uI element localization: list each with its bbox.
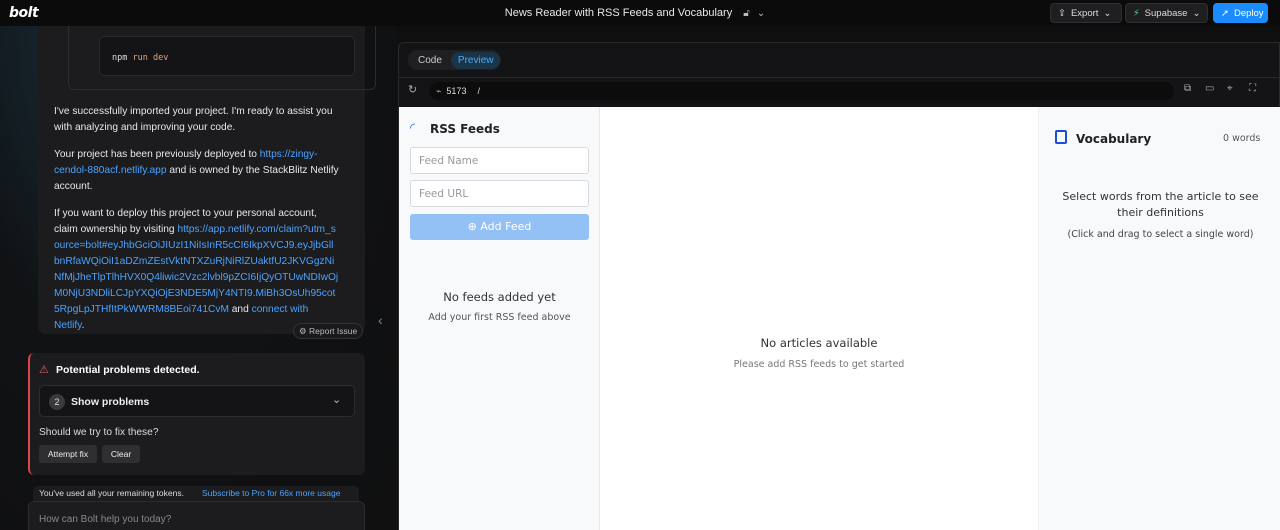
deploy-button[interactable]: ➚ Deploy — [1213, 3, 1268, 23]
vocabulary-help: Select words from the article to see the… — [1062, 190, 1259, 219]
articles-pane: No articles available Please add RSS fee… — [600, 107, 1038, 530]
subscribe-link[interactable]: Subscribe to Pro for 66x more usage — [202, 488, 340, 498]
supabase-button[interactable]: ⚡︎ Supabase ⌄ — [1125, 3, 1208, 23]
code-command: npm — [112, 53, 128, 63]
feed-url-input[interactable]: Feed URL — [410, 180, 589, 207]
report-label: Report Issue — [309, 326, 358, 336]
refresh-icon[interactable]: ↻ — [408, 83, 417, 96]
clear-button[interactable]: Clear — [102, 445, 140, 463]
assistant-message: npm run dev I've successfully imported y… — [38, 26, 376, 334]
export-label: Export — [1070, 7, 1099, 19]
code-block: npm run dev — [99, 36, 355, 76]
chevron-down-icon: ⌄ — [1103, 7, 1112, 19]
lock-icon: 🔓︎ — [743, 8, 750, 19]
supabase-icon: ⚡︎ — [1133, 7, 1140, 19]
workbench: Code Preview ↻ ⌁ 5173 / ⧉ ▭ ⌖ ⛶ ◜ RSS Fe… — [398, 42, 1280, 530]
project-title-text: News Reader with RSS Feeds and Vocabular… — [504, 7, 733, 19]
chat-panel: npm run dev I've successfully imported y… — [0, 26, 398, 530]
chat-input[interactable]: How can Bolt help you today? — [28, 501, 365, 530]
message-paragraph: I've successfully imported your project.… — [54, 106, 333, 133]
text: and — [228, 304, 252, 315]
tab-code[interactable]: Code — [411, 52, 449, 69]
claim-link[interactable]: https://app.netlify.com/claim?utm_source… — [54, 224, 338, 315]
word-count: 0 words — [1223, 133, 1261, 144]
problem-count-badge: 2 — [49, 394, 65, 410]
deploy-label: Deploy — [1233, 7, 1264, 19]
url-bar[interactable]: ⌁ 5173 / — [429, 82, 1174, 100]
chevron-down-icon[interactable]: ⌄ — [757, 8, 765, 19]
vocabulary-title: Vocabulary — [1076, 132, 1152, 146]
fix-question: Should we try to fix these? — [39, 427, 159, 438]
problems-title: Potential problems detected. — [56, 364, 200, 376]
inspect-icon[interactable]: ⌖ — [1227, 83, 1233, 94]
fullscreen-icon[interactable]: ⛶ — [1249, 83, 1256, 94]
rss-icon: ◜ — [410, 121, 416, 136]
port-label: 5173 — [446, 86, 467, 96]
divider — [399, 77, 1280, 78]
add-feed-label: Add Feed — [480, 220, 532, 233]
feeds-sidebar: ◜ RSS Feeds Feed Name Feed URL ⊕ Add Fee… — [399, 107, 600, 530]
view-tabs: Code Preview — [408, 50, 501, 70]
report-issue-button[interactable]: ⚙︎ Report Issue — [293, 323, 364, 339]
chevron-down-icon: ⌄ — [332, 394, 342, 406]
export-button[interactable]: ⇪ Export ⌄ — [1050, 3, 1122, 23]
tokens-banner: You've used all your remaining tokens. S… — [33, 486, 359, 502]
url-path: / — [477, 86, 480, 96]
problems-alert: ⚠︎ Potential problems detected. 2 Show p… — [28, 353, 365, 475]
action-card: npm run dev — [68, 26, 376, 90]
tokens-text: You've used all your remaining tokens. — [39, 488, 184, 498]
open-external-icon[interactable]: ⧉ — [1184, 83, 1191, 94]
supabase-label: Supabase — [1144, 7, 1188, 19]
rocket-icon: ➚ — [1221, 7, 1229, 19]
feeds-title: RSS Feeds — [430, 122, 500, 136]
top-bar: bolt News Reader with RSS Feeds and Voca… — [0, 0, 1280, 26]
attempt-fix-button[interactable]: Attempt fix — [39, 445, 97, 463]
text: Your project has been previously deploye… — [54, 149, 260, 160]
tab-preview[interactable]: Preview — [450, 51, 501, 69]
add-feed-button[interactable]: ⊕ Add Feed — [410, 214, 589, 240]
no-articles-heading: No articles available — [760, 336, 878, 350]
plus-circle-icon: ⊕ — [467, 220, 477, 233]
show-problems-toggle[interactable]: 2 Show problems ⌄ — [39, 385, 355, 417]
export-icon: ⇪ — [1058, 7, 1066, 19]
no-feeds-subtext: Add your first RSS feed above — [428, 312, 571, 323]
bug-icon: ⚙︎ — [299, 326, 307, 336]
text: . — [81, 320, 85, 331]
book-icon — [1055, 130, 1067, 144]
chevron-down-icon: ⌄ — [1192, 7, 1201, 19]
code-args: run dev — [132, 53, 169, 63]
feed-name-input[interactable]: Feed Name — [410, 147, 589, 174]
warning-icon: ⚠︎ — [39, 364, 49, 376]
collapse-chevron-icon[interactable]: ‹ — [378, 312, 383, 328]
preview-frame: ◜ RSS Feeds Feed Name Feed URL ⊕ Add Fee… — [399, 107, 1280, 530]
message-paragraph: Your project has been previously deploye… — [54, 147, 339, 195]
device-toggle-icon[interactable]: ▭ — [1205, 83, 1214, 94]
no-articles-subtext: Please add RSS feeds to get started — [733, 359, 905, 370]
port-icon: ⌁ — [436, 85, 442, 96]
message-paragraph: If you want to deploy this project to yo… — [54, 206, 339, 334]
show-problems-label: Show problems — [71, 396, 150, 408]
no-feeds-heading: No feeds added yet — [443, 290, 556, 304]
vocabulary-hint: (Click and drag to select a single word) — [1067, 229, 1254, 240]
vocabulary-sidebar: Vocabulary 0 words Select words from the… — [1038, 107, 1280, 530]
